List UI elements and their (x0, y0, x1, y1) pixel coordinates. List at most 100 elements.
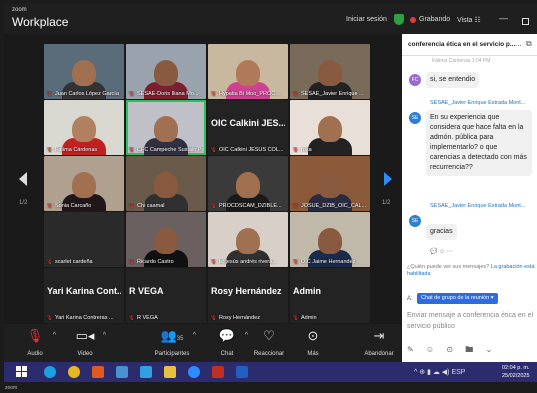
chat-title[interactable]: conferencia ética en el servicio p... (408, 41, 515, 48)
chrome-icon[interactable] (68, 366, 80, 378)
meeting-toolbar: 🎙 ^ Audio ▭◂ ^ Video 👥35 ^ Participantes… (4, 324, 401, 362)
more-button[interactable]: ⊙ Más (288, 328, 338, 357)
brave-icon[interactable] (92, 366, 104, 378)
video-tile[interactable]: 🎙 Juan Carlos López García (44, 44, 124, 99)
view-button[interactable]: Vista ☷ (457, 16, 481, 24)
video-tile[interactable]: 🎙 JOSUE_DZIB_OIC_CAL... (290, 156, 370, 211)
video-tile[interactable]: 🎙 Ricardo Castro (126, 212, 206, 267)
microphone-muted-icon: 🎙 (46, 203, 53, 209)
store-icon[interactable] (140, 366, 152, 378)
participant-name-text: scarlet cardeña (54, 259, 93, 265)
page-indicator-right: 1/2 (382, 200, 391, 206)
powerpoint-icon[interactable] (212, 366, 224, 378)
video-tile[interactable]: 🎙 SESAE-Doris Iliana Mo... (126, 44, 206, 99)
participant-video (72, 172, 96, 198)
participant-name: 🎙 Fatima Cárdenas (46, 147, 122, 153)
microphone-muted-icon: 🎙 (46, 147, 53, 153)
video-tile[interactable]: 🎙 scarlet cardeña (44, 212, 124, 267)
leave-button[interactable]: ⇥ Abandonar (354, 328, 404, 357)
message-actions[interactable]: 💬 ☺ ⋯ (430, 248, 453, 255)
video-button[interactable]: ▭◂ ^ Video (60, 328, 110, 357)
video-tile[interactable]: Rosy Hernández 🎙 Rosy Hernández (208, 268, 288, 323)
microphone-muted-icon: 🎙 (210, 315, 217, 321)
next-page-icon[interactable] (384, 172, 392, 186)
microphone-muted-icon: 🎙 (292, 91, 299, 97)
chat-header: conferencia ética en el servicio p... ..… (402, 34, 537, 56)
shield-icon[interactable] (394, 14, 404, 25)
video-tile[interactable]: Yari Karina Cont... 🎙 Yari Karina Contrera… (44, 268, 124, 323)
previous-page-icon[interactable] (19, 172, 27, 186)
zoom-icon[interactable] (188, 366, 200, 378)
chat-message-input[interactable]: Enviar mensaje a conferencia ética en el… (407, 310, 535, 340)
video-tile[interactable]: 🎙 CFC Campeche Sustain Pri (126, 100, 206, 155)
folder-icon[interactable] (164, 366, 176, 378)
participant-name-text: Chi caamal (136, 203, 165, 209)
avatar: FC (409, 74, 421, 86)
participant-name-text: OIC Jaime Hernandez (300, 259, 356, 265)
video-tile[interactable]: 🎙 lic jesús andrés rivera... (208, 212, 288, 267)
page-indicator-left: 1/2 (19, 200, 28, 206)
video-tile[interactable]: 🎙 rosa (290, 100, 370, 155)
participant-name: 🎙 OIC Jaime Hernandez (292, 259, 368, 265)
participant-video (236, 60, 260, 86)
previous-message-faded: Fátima Cárdenas 1:04 PM (432, 58, 491, 64)
word-icon[interactable] (236, 366, 248, 378)
minimize-icon[interactable]: — (499, 13, 508, 23)
video-tile[interactable]: 🎙 Hypatia Bi Moo_PROC... (208, 44, 288, 99)
audio-button[interactable]: 🎙 ^ Audio (10, 328, 60, 357)
video-tile[interactable]: 🎙 Fatima Cárdenas (44, 100, 124, 155)
chat-tools[interactable]: ✎ ☺ ⊙ 🖿 ⌄ (407, 344, 497, 358)
chevron-up-icon[interactable]: ^ (103, 332, 106, 339)
video-tile[interactable]: R VEGA 🎙 R VEGA (126, 268, 206, 323)
chevron-up-icon[interactable]: ^ (193, 332, 196, 339)
avatar: SE (409, 112, 421, 124)
popout-icon[interactable]: ⧉ (526, 39, 532, 49)
recording-icon[interactable] (410, 17, 416, 23)
microphone-muted-icon: 🎙 (210, 147, 217, 153)
video-tile[interactable]: OIC Calkini JES... 🎙 OIC Calkini JESUS COL… (208, 100, 288, 155)
sign-in-link[interactable]: Iniciar sesión (346, 16, 387, 23)
recipient-select[interactable]: Chat de grupo de la reunión ▾ (417, 293, 498, 304)
video-tile[interactable]: 🎙 SESAE_Javier Enrique ... (290, 44, 370, 99)
participant-name-text: Admin (300, 315, 317, 321)
participant-name: 🎙 JOSUE_DZIB_OIC_CAL... (292, 203, 368, 209)
clock[interactable]: 02:04 p. m. 25/02/2025 (502, 364, 530, 380)
participant-name: 🎙 Yari Karina Contreras ... (46, 315, 122, 321)
participant-name: 🎙 Ricardo Castro (128, 259, 204, 265)
zoom-window: zoom Workplace Iniciar sesión Grabando V… (4, 4, 537, 382)
chat-message: gracias (426, 224, 457, 240)
participant-name: 🎙 Chi caamal (128, 203, 204, 209)
participant-name: 🎙 Juan Carlos López García (46, 91, 122, 97)
participant-video (154, 172, 178, 198)
participant-name: 🎙 SESAE-Doris Iliana Mo... (128, 91, 204, 97)
participants-button[interactable]: 👥35 ^ Participantes (144, 328, 200, 357)
chevron-up-icon[interactable]: ^ (53, 332, 56, 339)
windows-start-icon[interactable] (16, 366, 27, 377)
participant-name-text: Rosy Hernández (218, 315, 260, 321)
time: 02:04 p. m. (502, 365, 530, 371)
microphone-muted-icon: 🎙 (46, 91, 53, 97)
participant-name-text: lic jesús andrés rivera... (218, 259, 277, 265)
video-tile[interactable]: 🎙 OIC Jaime Hernandez (290, 212, 370, 267)
chat-more-icon[interactable]: ... (515, 39, 522, 48)
file-icon[interactable] (116, 366, 128, 378)
participant-name: 🎙 R VEGA (128, 315, 204, 321)
language-indicator[interactable]: ESP (451, 369, 465, 376)
microphone-muted-icon: 🎙 (210, 203, 217, 209)
video-tile[interactable]: 🎙 PROCDSCAM_DZIBLE... (208, 156, 288, 211)
system-tray[interactable]: ^ ⊕ ▮ ☁ ◀) ESP (414, 368, 465, 376)
participant-name: 🎙 rosa (292, 147, 368, 153)
video-tile[interactable]: 🎙 Chi caamal (126, 156, 206, 211)
react-button[interactable]: ♡ Reaccionar (244, 328, 294, 357)
participant-name-text: SESAE-Doris Iliana Mo... (136, 91, 199, 97)
grid-icon: ☷ (474, 17, 481, 24)
participant-name: 🎙 scarlet cardeña (46, 259, 122, 265)
maximize-icon[interactable] (522, 18, 529, 25)
chat-message: En su experiencia que considera que hace… (426, 110, 532, 176)
participants-count: 35 (176, 336, 184, 342)
video-tile[interactable]: 🎙 Sonia Carcaño (44, 156, 124, 211)
recording-label[interactable]: Grabando (419, 16, 450, 23)
video-tile[interactable]: Admin 🎙 Admin (290, 268, 370, 323)
participant-name-text: SESAE_Javier Enrique ... (300, 91, 364, 97)
edge-icon[interactable] (44, 366, 56, 378)
